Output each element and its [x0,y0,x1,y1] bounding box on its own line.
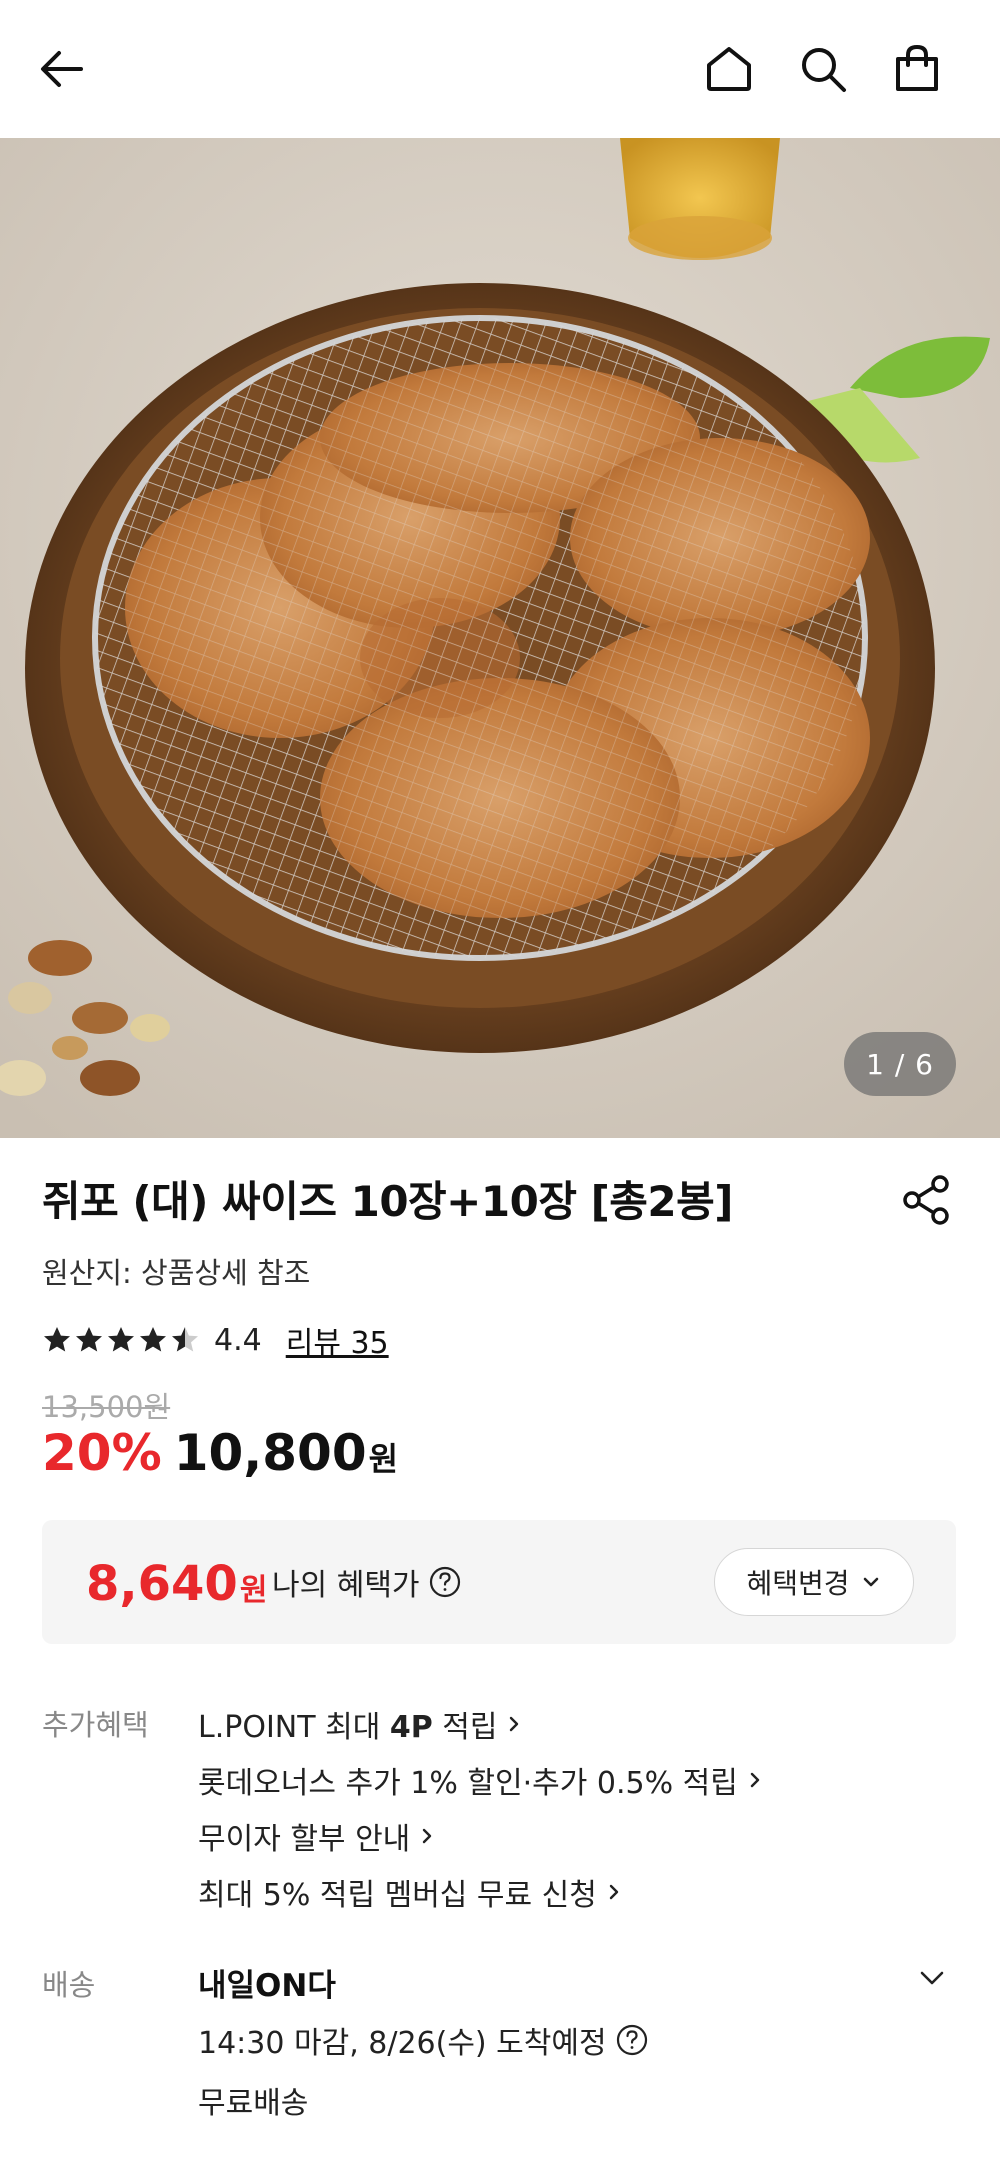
benefit-price: 8,640 원 [86,1556,267,1612]
product-image[interactable] [0,138,1000,1138]
free-shipping-text: 무료배송 [198,2086,309,2121]
share-icon[interactable] [896,1170,956,1230]
question-circle-icon[interactable] [615,2023,649,2057]
question-circle-icon[interactable] [428,1565,462,1599]
benefit-price-unit: 원 [239,1573,268,1608]
chevron-right-icon [609,1884,619,1900]
benefit-item-text: 최대 5% 적립 멤버십 무료 신청 [198,1878,597,1913]
shopping-bag-icon[interactable] [884,36,950,102]
extra-benefits-label: 추가혜택 [42,1708,149,1742]
product-title: 쥐포 (대) 싸이즈 10장+10장 [총2봉] [42,1177,733,1226]
image-page-counter: 1 / 6 [844,1032,956,1096]
review-count-link[interactable]: 리뷰 35 [286,1318,389,1362]
change-benefit-button[interactable]: 혜택변경 [714,1548,914,1616]
delivery-time-text: 14:30 마감, 8/26(수) 도착예정 [198,2026,607,2061]
chevron-right-icon [423,1828,432,1844]
product-photo-illustration [0,138,1000,1138]
search-icon[interactable] [790,36,856,102]
change-benefit-label: 혜택변경 [746,1567,850,1600]
price-unit: 원 [368,1440,399,1478]
benefit-item-membership[interactable]: 최대 5% 적립 멤버십 무료 신청 [198,1870,625,1914]
benefit-item-installment[interactable]: 무이자 할부 안내 [198,1814,438,1858]
top-navigation-bar [0,0,1000,138]
sale-price: 10,800 [173,1424,367,1482]
rating-stars [42,1325,200,1355]
origin-info: 원산지: 상품상세 참조 [42,1256,311,1290]
back-arrow-icon[interactable] [30,36,96,102]
star-half-icon [172,1327,198,1352]
home-icon[interactable] [696,36,762,102]
chevron-down-icon[interactable] [912,1958,952,1998]
chevron-down-icon [863,1577,878,1587]
original-price: 13,500원 [42,1390,171,1424]
benefit-item-lpoint[interactable]: L.POINT 최대 4P 적립 [198,1702,525,1746]
rating-value: 4.4 [214,1322,262,1358]
discount-rate: 20% [42,1424,162,1482]
benefit-price-value: 8,640 [86,1556,238,1612]
benefit-label-text: 나의 혜택가 [272,1568,420,1603]
chevron-right-icon [510,1716,519,1732]
benefit-price-label: 나의 혜택가 [272,1560,462,1604]
benefit-item-text: L.POINT 최대 4P 적립 [198,1710,498,1745]
benefit-item-lotte-owners[interactable]: 롯데오너스 추가 1% 할인·추가 0.5% 적립 [198,1758,766,1802]
rating-row: 4.4 리뷰 35 [42,1318,389,1362]
star-filled-icon [108,1327,134,1352]
delivery-time: 14:30 마감, 8/26(수) 도착예정 [198,2018,649,2062]
star-filled-icon [44,1327,70,1352]
my-benefit-price-box: 8,640 원 나의 혜택가 혜택변경 [42,1520,956,1644]
delivery-label: 배송 [42,1968,96,2002]
chevron-right-icon [750,1772,760,1788]
benefit-item-text: 롯데오너스 추가 1% 할인·추가 0.5% 적립 [198,1766,738,1801]
delivery-service-title: 내일ON다 [198,1968,336,2004]
star-filled-icon [140,1327,166,1352]
price-row: 20% 10,800 원 [42,1424,398,1482]
benefit-item-text: 무이자 할부 안내 [198,1822,411,1857]
star-filled-icon [76,1327,102,1352]
